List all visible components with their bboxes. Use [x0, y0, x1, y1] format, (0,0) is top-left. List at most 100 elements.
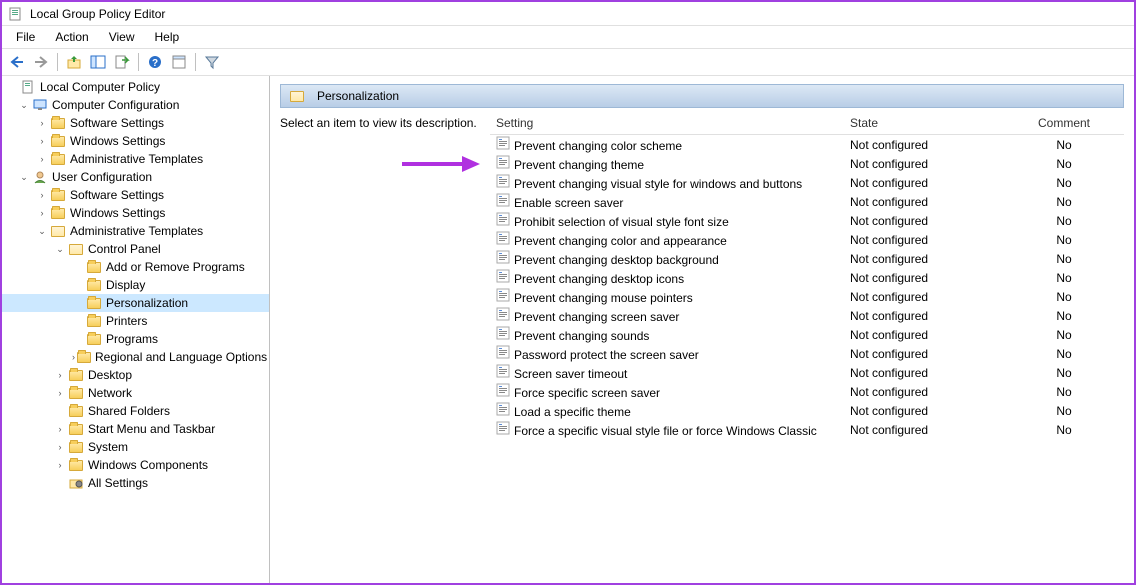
policy-row[interactable]: Prohibit selection of visual style font … — [490, 211, 1124, 230]
tree-toggle[interactable]: › — [36, 189, 48, 201]
tree-software-settings[interactable]: › Software Settings — [2, 186, 269, 204]
tree-toggle[interactable]: › — [54, 423, 66, 435]
tree-windows-settings[interactable]: › Windows Settings — [2, 204, 269, 222]
tree-toggle[interactable] — [72, 279, 84, 291]
tree-label: Shared Folders — [88, 404, 170, 418]
tree-label: System — [88, 440, 128, 454]
policy-row[interactable]: Prevent changing soundsNot configuredNo — [490, 325, 1124, 344]
tree-item[interactable]: ›Administrative Templates — [2, 150, 269, 168]
tree-root[interactable]: Local Computer Policy — [2, 78, 269, 96]
tree-toggle[interactable]: › — [36, 207, 48, 219]
up-button[interactable] — [63, 51, 85, 73]
col-setting[interactable]: Setting — [490, 112, 844, 134]
policy-row[interactable]: Prevent changing themeNot configuredNo — [490, 154, 1124, 173]
menu-view[interactable]: View — [99, 28, 145, 46]
tree-toggle[interactable]: › — [54, 441, 66, 453]
policy-setting: Prohibit selection of visual style font … — [490, 211, 844, 230]
tree-computer-config[interactable]: ⌄ Computer Configuration — [2, 96, 269, 114]
menu-file[interactable]: File — [6, 28, 45, 46]
tree-toggle[interactable]: › — [36, 117, 48, 129]
tree-item[interactable]: ›Software Settings — [2, 114, 269, 132]
tree-label: Administrative Templates — [70, 224, 203, 238]
policy-row[interactable]: Password protect the screen saverNot con… — [490, 344, 1124, 363]
tree-toggle[interactable]: ⌄ — [36, 225, 48, 237]
policy-row[interactable]: Prevent changing desktop iconsNot config… — [490, 268, 1124, 287]
policy-row[interactable]: Prevent changing color schemeNot configu… — [490, 135, 1124, 154]
policy-state: Not configured — [844, 327, 1004, 343]
tree-toggle[interactable]: ⌄ — [54, 243, 66, 255]
policy-state: Not configured — [844, 270, 1004, 286]
filter-button[interactable] — [201, 51, 223, 73]
folder-icon — [68, 422, 84, 436]
tree-item-display[interactable]: Display — [2, 276, 269, 294]
tree-item-add-or-remove-programs[interactable]: Add or Remove Programs — [2, 258, 269, 276]
policy-row[interactable]: Force specific screen saverNot configure… — [490, 382, 1124, 401]
policy-comment: No — [1004, 365, 1124, 381]
policy-comment: No — [1004, 270, 1124, 286]
col-state[interactable]: State — [844, 112, 1004, 134]
tree-toggle[interactable] — [72, 297, 84, 309]
tree-item[interactable]: › System — [2, 438, 269, 456]
policy-row[interactable]: Load a specific themeNot configuredNo — [490, 401, 1124, 420]
policy-row[interactable]: Prevent changing desktop backgroundNot c… — [490, 249, 1124, 268]
help-button[interactable]: ? — [144, 51, 166, 73]
tree-item[interactable]: All Settings — [2, 474, 269, 492]
settings-list[interactable]: Setting State Comment Prevent changing c… — [490, 112, 1124, 583]
tree-toggle[interactable]: ⌄ — [18, 99, 30, 111]
tree-item-printers[interactable]: Printers — [2, 312, 269, 330]
policy-state: Not configured — [844, 213, 1004, 229]
policy-row[interactable]: Prevent changing color and appearanceNot… — [490, 230, 1124, 249]
policy-icon — [496, 421, 510, 435]
tree-item[interactable]: ›Start Menu and Taskbar — [2, 420, 269, 438]
policy-row[interactable]: Force a specific visual style file or fo… — [490, 420, 1124, 439]
description-text: Select an item to view its description. — [280, 116, 477, 130]
policy-row[interactable]: Prevent changing visual style for window… — [490, 173, 1124, 192]
tree-toggle[interactable]: › — [36, 135, 48, 147]
tree-item-programs[interactable]: Programs — [2, 330, 269, 348]
tree-toggle[interactable] — [72, 333, 84, 345]
properties-button[interactable] — [168, 51, 190, 73]
tree-admin-templates[interactable]: ⌄ Administrative Templates — [2, 222, 269, 240]
menu-help[interactable]: Help — [145, 28, 190, 46]
tree-toggle[interactable] — [72, 261, 84, 273]
tree-toggle[interactable]: › — [36, 153, 48, 165]
folder-icon — [50, 206, 66, 220]
tree-item[interactable]: ›Desktop — [2, 366, 269, 384]
tree-item-regional-and-language-options[interactable]: ›Regional and Language Options — [2, 348, 269, 366]
tree-item[interactable]: ›Windows Components — [2, 456, 269, 474]
tree-toggle[interactable] — [72, 315, 84, 327]
tree-user-config[interactable]: ⌄ User Configuration — [2, 168, 269, 186]
policy-doc-icon — [20, 80, 36, 94]
tree-item-personalization[interactable]: Personalization — [2, 294, 269, 312]
tree-item[interactable]: ›Network — [2, 384, 269, 402]
tree-toggle[interactable]: › — [54, 369, 66, 381]
forward-button[interactable] — [30, 51, 52, 73]
policy-row[interactable]: Prevent changing mouse pointersNot confi… — [490, 287, 1124, 306]
col-comment[interactable]: Comment — [1004, 112, 1124, 134]
tree-toggle[interactable]: › — [72, 351, 75, 363]
policy-state: Not configured — [844, 422, 1004, 438]
policy-row[interactable]: Prevent changing screen saverNot configu… — [490, 306, 1124, 325]
policy-comment: No — [1004, 232, 1124, 248]
policy-state: Not configured — [844, 346, 1004, 362]
tree-toggle[interactable] — [54, 477, 66, 489]
back-button[interactable] — [6, 51, 28, 73]
menu-action[interactable]: Action — [45, 28, 98, 46]
folder-icon — [50, 116, 66, 130]
tree-toggle[interactable]: › — [54, 387, 66, 399]
policy-row[interactable]: Screen saver timeoutNot configuredNo — [490, 363, 1124, 382]
tree-toggle[interactable]: ⌄ — [18, 171, 30, 183]
policy-row[interactable]: Enable screen saverNot configuredNo — [490, 192, 1124, 211]
policy-setting: Prevent changing screen saver — [490, 306, 844, 325]
tree-toggle[interactable] — [54, 405, 66, 417]
tree-item[interactable]: ›Windows Settings — [2, 132, 269, 150]
tree-control-panel[interactable]: ⌄ Control Panel — [2, 240, 269, 258]
tree-panel[interactable]: Local Computer Policy ⌄ Computer Configu… — [2, 76, 270, 583]
tree-item[interactable]: Shared Folders — [2, 402, 269, 420]
show-hide-tree-button[interactable] — [87, 51, 109, 73]
policy-comment: No — [1004, 384, 1124, 400]
policy-icon — [496, 231, 510, 245]
app-icon — [8, 6, 24, 22]
export-button[interactable] — [111, 51, 133, 73]
tree-toggle[interactable]: › — [54, 459, 66, 471]
